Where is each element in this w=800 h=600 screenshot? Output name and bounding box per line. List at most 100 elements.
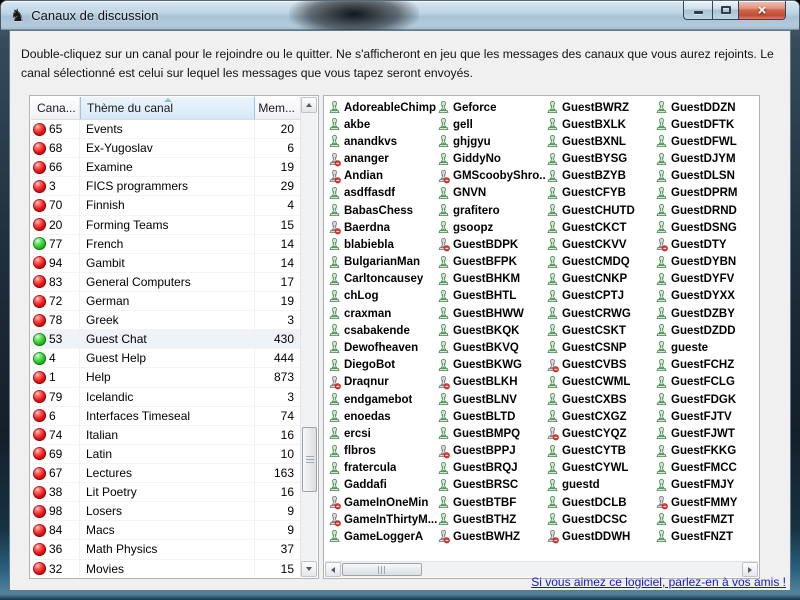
user-item[interactable]: GuestBXNL [546, 133, 655, 150]
user-item[interactable]: GuestBRSC [437, 477, 546, 494]
user-item[interactable]: GuestFJTV [655, 408, 758, 425]
user-item[interactable]: GuestCYTB [546, 442, 655, 459]
user-item[interactable]: GuestDJYM [655, 151, 758, 168]
user-item[interactable]: GuestBKWG [437, 357, 546, 374]
user-item[interactable]: ghjgyu [437, 133, 546, 150]
user-item[interactable]: GuestFMZT [655, 511, 758, 528]
user-item[interactable]: GuestDCLB [546, 494, 655, 511]
minimize-button[interactable] [683, 1, 712, 20]
user-item[interactable]: GMScoobyShro... [437, 168, 546, 185]
user-item[interactable]: GuestFKKG [655, 442, 758, 459]
user-item[interactable]: GuestDYXX [655, 288, 758, 305]
user-item[interactable]: GuestDFWL [655, 133, 758, 150]
user-item[interactable]: DiegoBot [328, 357, 437, 374]
user-item[interactable]: GuestFMMY [655, 494, 758, 511]
user-item[interactable]: GuestCSNP [546, 339, 655, 356]
column-header-members[interactable]: Mem... [255, 97, 302, 119]
user-item[interactable]: GuestFMJY [655, 477, 758, 494]
user-item[interactable]: Andian [328, 168, 437, 185]
user-item[interactable]: ercsi [328, 425, 437, 442]
user-item[interactable]: GuestCXBS [546, 391, 655, 408]
scroll-left-button[interactable] [325, 562, 341, 577]
user-item[interactable]: GuestBWHZ [437, 528, 546, 545]
share-link[interactable]: Si vous aimez ce logiciel, parlez-en à v… [531, 575, 786, 589]
channel-row[interactable]: 1 Help 873 [31, 368, 302, 387]
user-item[interactable]: GuestDDZN [655, 99, 758, 116]
vertical-scrollbar-thumb[interactable] [302, 427, 317, 492]
channel-row[interactable]: 66 Examine 19 [31, 158, 302, 177]
channels-vertical-scrollbar[interactable] [300, 97, 317, 577]
user-item[interactable]: GuestCXGZ [546, 408, 655, 425]
scroll-up-button[interactable] [301, 97, 317, 113]
user-item[interactable]: GuestBXLK [546, 116, 655, 133]
user-item[interactable]: asdffasdf [328, 185, 437, 202]
user-item[interactable]: akbe [328, 116, 437, 133]
user-item[interactable]: blabiebla [328, 236, 437, 253]
channel-row[interactable]: 32 Movies 15 [31, 560, 302, 577]
user-item[interactable]: AdoreableChimp [328, 99, 437, 116]
column-header-theme[interactable]: Thème du canal [80, 97, 255, 119]
user-item[interactable]: Baerdna [328, 219, 437, 236]
user-item[interactable]: GiddyNo [437, 151, 546, 168]
user-item[interactable]: Geforce [437, 99, 546, 116]
user-item[interactable]: GuestCPTJ [546, 288, 655, 305]
user-item[interactable]: GuestBHWW [437, 305, 546, 322]
user-item[interactable]: GuestDLSN [655, 168, 758, 185]
user-item[interactable]: GuestDYBN [655, 254, 758, 271]
user-item[interactable]: GuestDZBY [655, 305, 758, 322]
user-item[interactable]: GuestDZDD [655, 322, 758, 339]
channel-row[interactable]: 98 Losers 9 [31, 502, 302, 521]
user-item[interactable]: fratercula [328, 460, 437, 477]
channel-row[interactable]: 78 Greek 3 [31, 311, 302, 330]
user-item[interactable]: GuestBYSG [546, 151, 655, 168]
user-item[interactable]: Draqnur [328, 374, 437, 391]
user-item[interactable]: gueste [655, 339, 758, 356]
user-item[interactable]: GuestCKCT [546, 219, 655, 236]
user-item[interactable]: grafitero [437, 202, 546, 219]
user-item[interactable]: flbros [328, 442, 437, 459]
user-item[interactable]: GuestBTBF [437, 494, 546, 511]
user-item[interactable]: Dewofheaven [328, 339, 437, 356]
user-item[interactable]: GuestCWML [546, 374, 655, 391]
close-button[interactable]: × [739, 1, 786, 20]
user-item[interactable]: GuestFDGK [655, 391, 758, 408]
user-item[interactable]: GuestDDWH [546, 528, 655, 545]
user-item[interactable]: csabakende [328, 322, 437, 339]
user-item[interactable]: endgamebot [328, 391, 437, 408]
user-item[interactable]: BulgarianMan [328, 254, 437, 271]
user-item[interactable]: Carltoncausey [328, 271, 437, 288]
user-item[interactable]: GNVN [437, 185, 546, 202]
user-item[interactable]: anandkvs [328, 133, 437, 150]
user-item[interactable]: ananger [328, 151, 437, 168]
user-item[interactable]: GuestCYWL [546, 460, 655, 477]
user-item[interactable]: GuestDCSC [546, 511, 655, 528]
user-item[interactable]: GuestBZYB [546, 168, 655, 185]
user-item[interactable]: GuestDFTK [655, 116, 758, 133]
user-item[interactable]: GuestCFYB [546, 185, 655, 202]
channel-row[interactable]: 72 German 19 [31, 292, 302, 311]
user-item[interactable]: GuestBTHZ [437, 511, 546, 528]
channel-row[interactable]: 4 Guest Help 444 [31, 349, 302, 368]
user-item[interactable]: GuestCHUTD [546, 202, 655, 219]
user-item[interactable]: GuestBHKM [437, 271, 546, 288]
user-item[interactable]: GuestDTY [655, 236, 758, 253]
user-item[interactable]: GameInThirtyM... [328, 511, 437, 528]
channel-row[interactable]: 94 Gambit 14 [31, 254, 302, 273]
user-item[interactable]: GuestBMPQ [437, 425, 546, 442]
column-header-channel[interactable]: Cana... [31, 97, 80, 119]
user-item[interactable]: GuestFCLG [655, 374, 758, 391]
channel-row[interactable]: 36 Math Physics 37 [31, 540, 302, 559]
user-item[interactable]: GuestBWRZ [546, 99, 655, 116]
channel-row[interactable]: 69 Latin 10 [31, 445, 302, 464]
user-item[interactable]: Gaddafi [328, 477, 437, 494]
user-item[interactable]: GuestBHTL [437, 288, 546, 305]
user-item[interactable]: GuestCRWG [546, 305, 655, 322]
user-item[interactable]: BabasChess [328, 202, 437, 219]
titlebar[interactable]: ♞ Canaux de discussion × [1, 1, 799, 30]
channel-row[interactable]: 70 Finnish 4 [31, 196, 302, 215]
user-item[interactable]: craxman [328, 305, 437, 322]
user-item[interactable]: GuestBLNV [437, 391, 546, 408]
user-item[interactable]: enoedas [328, 408, 437, 425]
user-item[interactable]: GuestFNZT [655, 528, 758, 545]
user-item[interactable]: GuestCKVV [546, 236, 655, 253]
